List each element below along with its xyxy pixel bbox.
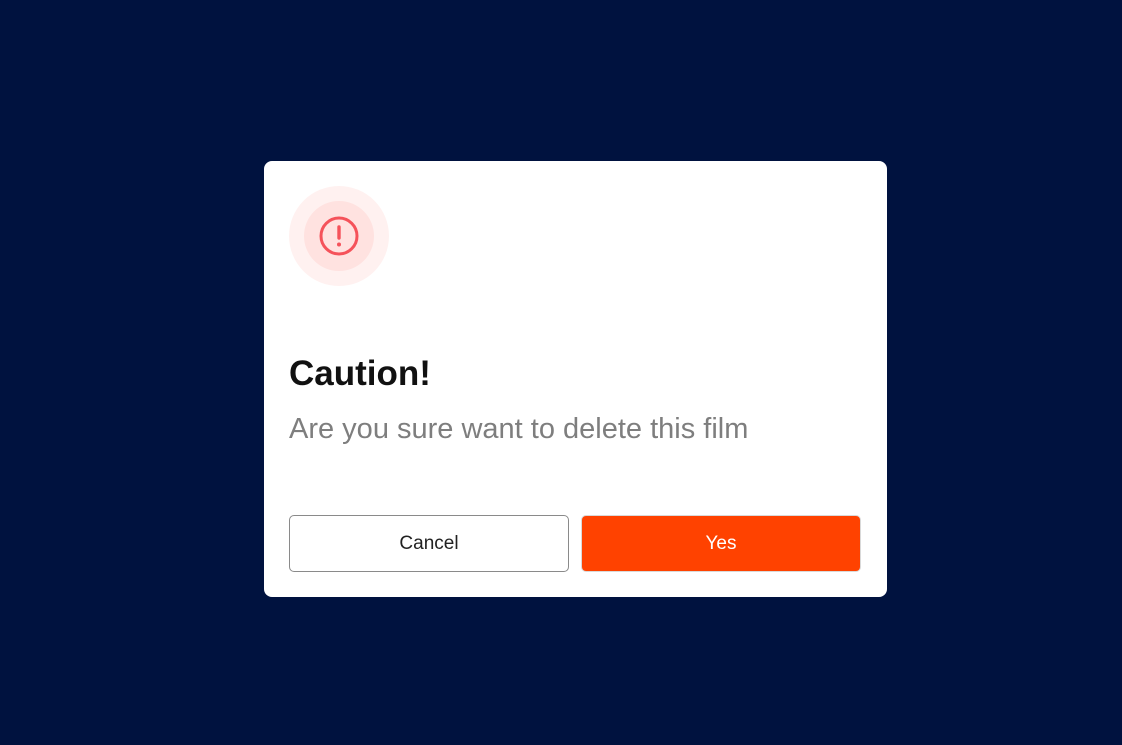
alert-icon-badge bbox=[289, 186, 389, 286]
alert-icon-badge-inner bbox=[304, 201, 374, 271]
confirm-delete-dialog: Caution! Are you sure want to delete thi… bbox=[264, 161, 887, 597]
cancel-button[interactable]: Cancel bbox=[289, 515, 569, 572]
dialog-title: Caution! bbox=[289, 354, 431, 393]
confirm-yes-button[interactable]: Yes bbox=[581, 515, 861, 572]
dialog-message: Are you sure want to delete this film bbox=[289, 413, 749, 445]
alert-circle-icon bbox=[319, 216, 359, 256]
